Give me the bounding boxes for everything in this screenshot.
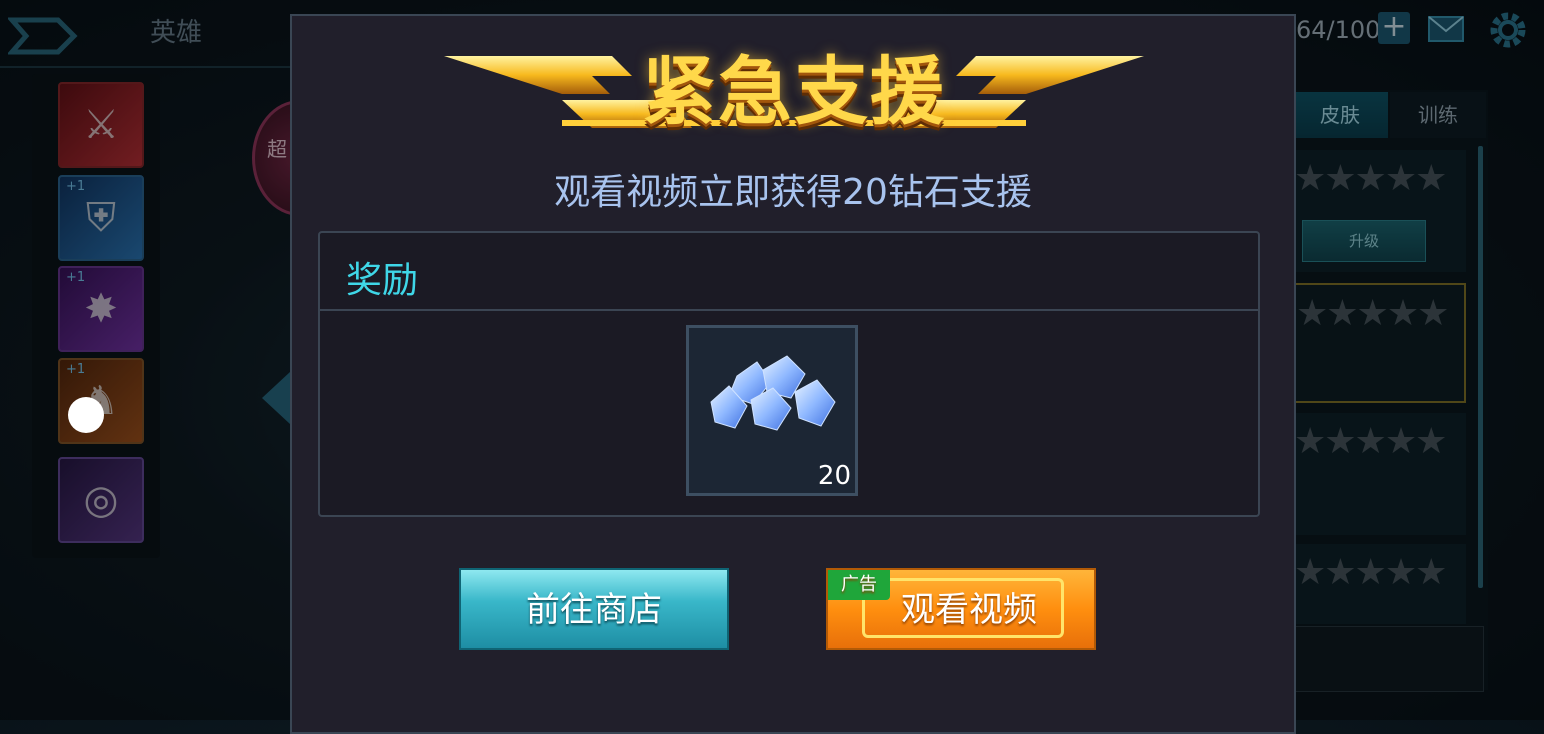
star-rating-icon: ★★★★★ [1294,421,1447,462]
tab-train[interactable]: 训练 [1390,92,1486,138]
watch-video-label: 观看视频 [901,590,1037,630]
reward-quantity: 20 [817,461,851,491]
skin-card[interactable]: ★★★★★ [1292,413,1466,535]
empty-slot-icon: ◎ [83,477,119,523]
previous-arrow[interactable] [262,372,290,424]
go-to-shop-button[interactable]: 前往商店 [459,568,729,650]
tab-skin[interactable]: 皮肤 [1292,92,1388,138]
top-divider [0,66,300,68]
dialog-title: 紧急支援 [642,49,946,135]
star-rating-icon: ★★★★★ [1294,158,1447,199]
diamond-icon [710,355,836,431]
watch-video-button[interactable]: 广告 观看视频 [826,568,1096,650]
reward-header-label: 奖励 [346,260,419,301]
dialog-subtitle: 观看视频立即获得20钻石支援 [554,172,1032,213]
top-title: 英雄 [150,18,203,48]
armor-icon: ⛨ [86,195,116,241]
reward-item-diamonds[interactable]: 20 [686,325,858,496]
skin-card[interactable]: ★★★★★ [1292,544,1466,624]
star-rating-icon: ★★★★★ [1296,293,1449,334]
gem-icon: ✸ [84,286,118,332]
sword-icon: ⚔ [83,102,119,148]
equipment-slot-cape[interactable]: +1 ♞ [58,358,144,444]
skin-panel-footer [1292,626,1484,692]
equipment-slot-empty[interactable]: ◎ [58,457,144,543]
upgrade-level-badge: +1 [66,362,86,377]
title-banner: 紧急支援 [442,18,1146,136]
star-rating-icon: ★★★★★ [1294,552,1447,593]
skin-card-selected[interactable]: ★★★★★ [1292,283,1466,403]
go-to-shop-label: 前往商店 [526,590,662,630]
touch-indicator [68,397,104,433]
resource-count: 64/100 [1296,16,1381,44]
hero-rank-text: 超 [267,137,287,161]
upgrade-button[interactable]: 升级 [1302,220,1426,262]
equipment-slot-weapon[interactable]: ⚔ [58,82,144,168]
add-resource-button[interactable]: + [1378,12,1410,44]
upgrade-level-badge: +1 [66,179,86,194]
equipment-slot-armor[interactable]: +1 ⛨ [58,175,144,261]
mail-icon[interactable] [1428,16,1464,42]
ad-badge: 广告 [828,570,890,600]
skin-panel-scrollbar[interactable] [1478,146,1483,588]
equipment-slot-core[interactable]: +1 ✸ [58,266,144,352]
back-button[interactable] [8,14,78,58]
reward-header: 奖励 [320,233,1258,311]
upgrade-level-badge: +1 [66,270,86,285]
gear-icon[interactable] [1486,8,1530,52]
